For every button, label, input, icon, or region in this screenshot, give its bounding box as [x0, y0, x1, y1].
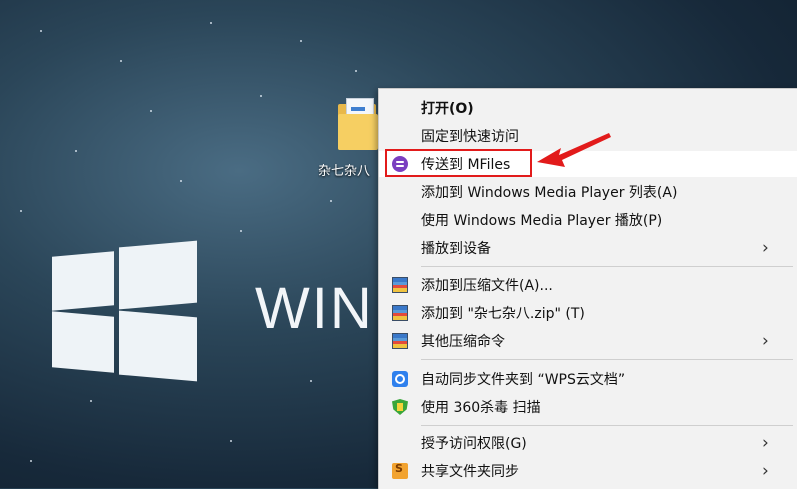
menu-item-label: 固定到快速访问	[421, 129, 519, 145]
annotation-arrow-icon	[537, 133, 611, 167]
menu-item-share-folder-sync[interactable]: 共享文件夹同步 ›	[379, 458, 797, 484]
menu-item-cast-to-device[interactable]: 播放到设备 ›	[379, 235, 797, 261]
menu-separator	[421, 266, 793, 267]
menu-item-play-with-wmp[interactable]: 使用 Windows Media Player 播放(P)	[379, 207, 797, 233]
winrar-icon	[392, 305, 408, 321]
menu-item-open[interactable]: 打开(O)	[379, 95, 797, 121]
menu-item-add-to-zip[interactable]: 添加到 "杂七杂八.zip" (T)	[379, 300, 797, 326]
folder-label[interactable]: 杂七杂八	[318, 160, 378, 179]
winrar-icon	[392, 333, 408, 349]
menu-item-other-compress[interactable]: 其他压缩命令 ›	[379, 328, 797, 354]
windows-logo	[52, 236, 198, 382]
chevron-right-icon: ›	[762, 461, 769, 481]
menu-item-label: 添加到 Windows Media Player 列表(A)	[421, 185, 678, 201]
chevron-right-icon: ›	[762, 433, 769, 453]
folder-icon[interactable]	[338, 98, 378, 152]
menu-separator	[421, 425, 793, 426]
menu-item-label: 使用 Windows Media Player 播放(P)	[421, 213, 663, 229]
menu-item-label: 使用 360杀毒 扫描	[421, 400, 541, 416]
360-shield-icon	[392, 399, 408, 415]
menu-item-wps-sync[interactable]: 自动同步文件夹到 “WPS云文档”	[379, 366, 797, 392]
chevron-right-icon: ›	[762, 238, 769, 258]
wps-sync-icon	[392, 371, 408, 387]
menu-item-add-to-archive[interactable]: 添加到压缩文件(A)...	[379, 272, 797, 298]
highlight-box	[385, 149, 532, 177]
winrar-icon	[392, 277, 408, 293]
share-sync-icon	[392, 462, 408, 479]
menu-item-360-scan[interactable]: 使用 360杀毒 扫描	[379, 394, 797, 420]
menu-item-label: 添加到 "杂七杂八.zip" (T)	[421, 306, 585, 322]
menu-item-grant-access[interactable]: 授予访问权限(G) ›	[379, 430, 797, 456]
chevron-right-icon: ›	[762, 331, 769, 351]
menu-item-label: 自动同步文件夹到 “WPS云文档”	[421, 372, 626, 388]
windows-wordmark: WINDOWS	[255, 280, 380, 338]
menu-item-label: 播放到设备	[421, 241, 491, 257]
menu-separator	[421, 359, 793, 360]
menu-item-label: 共享文件夹同步	[421, 464, 519, 480]
menu-item-label: 其他压缩命令	[421, 334, 505, 350]
menu-item-label: 添加到压缩文件(A)...	[421, 278, 553, 294]
menu-item-label: 打开(O)	[421, 101, 474, 117]
menu-item-add-to-wmp-list[interactable]: 添加到 Windows Media Player 列表(A)	[379, 179, 797, 205]
menu-item-label: 授予访问权限(G)	[421, 436, 527, 452]
